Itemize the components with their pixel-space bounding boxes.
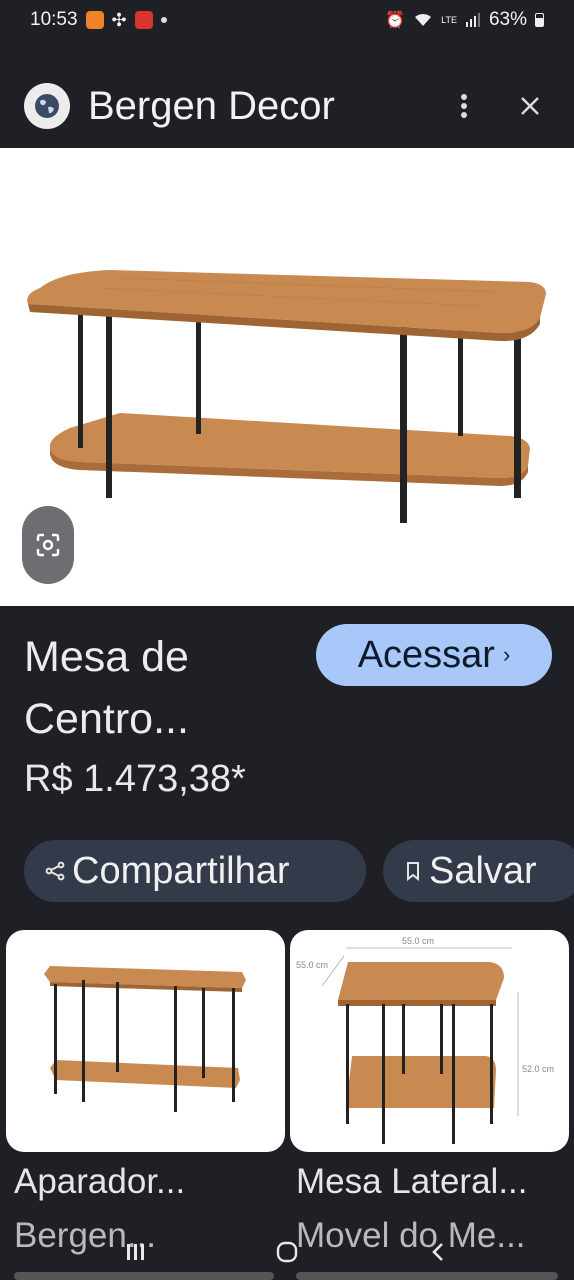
recent-apps-icon <box>126 1244 144 1260</box>
signal-icon <box>465 13 480 27</box>
more-vert-icon <box>461 94 467 118</box>
bookmark-icon <box>407 862 419 881</box>
close-icon <box>521 97 539 115</box>
dimension-height-label: 52.0 cm <box>522 1064 554 1074</box>
lens-icon <box>36 533 60 557</box>
product-image[interactable] <box>0 148 574 606</box>
chevron-right-icon: › <box>502 642 511 667</box>
back-icon <box>432 1243 444 1261</box>
close-button[interactable] <box>510 86 550 126</box>
status-left: 10:53 ✣ <box>30 9 167 31</box>
alarm-icon: ⏰ <box>385 12 406 29</box>
product-title: Mesa de Centro... <box>24 633 189 743</box>
dimension-width-label: 55.0 cm <box>402 936 434 946</box>
site-title: Bergen Decor <box>88 83 335 128</box>
site-header: Bergen Decor <box>0 66 574 146</box>
home-icon <box>276 1241 298 1263</box>
news-notification-icon <box>134 11 153 29</box>
next-row-card-edge <box>14 1272 274 1280</box>
pinwheel-icon: ✣ <box>111 9 127 30</box>
related-card-title-1[interactable]: Aparador... <box>14 1162 185 1202</box>
next-row-card-edge <box>296 1272 558 1280</box>
product-price: R$ 1.473,38* <box>24 758 246 800</box>
lte-label: LTE <box>441 15 457 25</box>
visit-label: Acessar <box>357 633 495 676</box>
battery-percent: 63% <box>488 9 527 30</box>
related-card-title-2[interactable]: Mesa Lateral... <box>296 1162 528 1202</box>
app-notification-icon <box>85 11 104 29</box>
clock: 10:53 <box>30 9 78 30</box>
battery-icon <box>535 13 544 27</box>
recent-apps-button[interactable] <box>111 1237 161 1267</box>
wifi-icon <box>415 13 432 26</box>
more-options-button[interactable] <box>444 86 484 126</box>
more-notifications-icon <box>160 17 167 23</box>
dimension-depth-label: 55.0 cm <box>296 960 328 970</box>
side-table-image: 55.0 cm 55.0 cm 52.0 cm <box>296 936 554 1144</box>
save-button[interactable]: Salvar <box>383 840 574 902</box>
share-icon <box>45 861 65 881</box>
status-right: ⏰ LTE 63% <box>385 9 544 31</box>
save-label: Salvar <box>429 849 537 892</box>
home-button[interactable] <box>262 1237 312 1267</box>
back-button[interactable] <box>413 1237 463 1267</box>
share-label: Compartilhar <box>72 849 290 892</box>
related-card-side-table[interactable]: 55.0 cm 55.0 cm 52.0 cm <box>290 930 569 1152</box>
console-table-image <box>44 966 246 1112</box>
globe-icon <box>24 83 70 129</box>
related-card-console[interactable] <box>6 930 285 1152</box>
coffee-table-illustration <box>27 270 546 523</box>
status-bar: 10:53 ✣ ⏰ LTE 63% <box>0 0 574 40</box>
visit-button[interactable]: Acessar › <box>316 624 552 686</box>
share-button[interactable]: Compartilhar <box>24 840 366 902</box>
lens-search-button[interactable] <box>22 506 74 584</box>
